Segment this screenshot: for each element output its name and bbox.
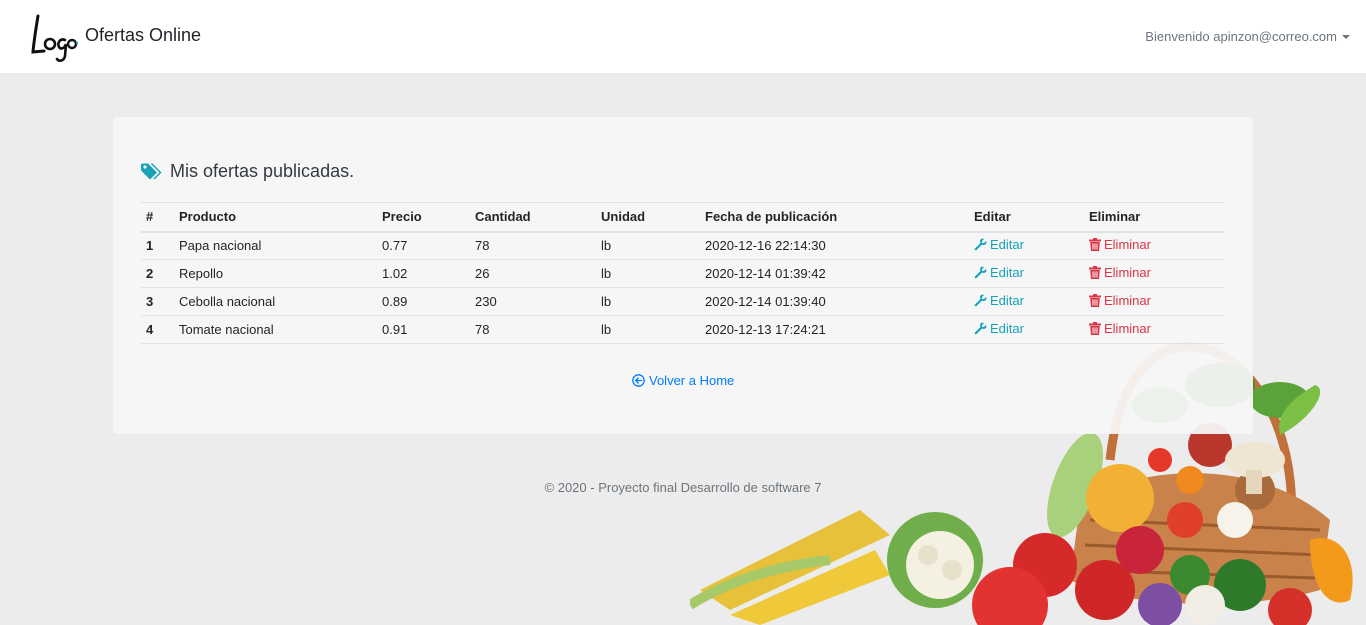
row-index: 4 bbox=[141, 315, 174, 344]
row-price: 0.77 bbox=[377, 231, 470, 260]
column-header-delete: Eliminar bbox=[1084, 202, 1224, 233]
edit-label: Editar bbox=[990, 293, 1024, 308]
row-unit: lb bbox=[596, 259, 700, 288]
row-product: Cebolla nacional bbox=[174, 287, 377, 316]
footer-text: © 2020 - Proyecto final Desarrollo de so… bbox=[544, 480, 822, 495]
delete-link[interactable]: Eliminar bbox=[1089, 237, 1151, 252]
row-price: 0.89 bbox=[377, 287, 470, 316]
row-product: Papa nacional bbox=[174, 231, 377, 260]
user-menu-dropdown[interactable]: Bienvenido apinzon@correo.com bbox=[1145, 29, 1350, 44]
edit-link[interactable]: Editar bbox=[974, 293, 1024, 308]
caret-down-icon bbox=[1342, 34, 1350, 39]
row-price: 1.02 bbox=[377, 259, 470, 288]
wrench-icon bbox=[974, 322, 987, 335]
edit-link[interactable]: Editar bbox=[974, 265, 1024, 280]
trash-icon bbox=[1089, 294, 1101, 307]
delete-link[interactable]: Eliminar bbox=[1089, 321, 1151, 336]
offers-card: Mis ofertas publicadas. # Producto Preci… bbox=[113, 117, 1253, 434]
delete-link[interactable]: Eliminar bbox=[1089, 293, 1151, 308]
row-quantity: 78 bbox=[470, 315, 596, 344]
user-menu-label: Bienvenido apinzon@correo.com bbox=[1145, 29, 1337, 44]
delete-label: Eliminar bbox=[1104, 321, 1151, 336]
edit-link[interactable]: Editar bbox=[974, 321, 1024, 336]
row-quantity: 78 bbox=[470, 231, 596, 260]
edit-label: Editar bbox=[990, 321, 1024, 336]
table-row: 2 Repollo 1.02 26 lb 2020-12-14 01:39:42… bbox=[141, 259, 1224, 288]
arrow-circle-left-icon bbox=[632, 374, 645, 387]
column-header-price: Precio bbox=[377, 202, 470, 233]
column-header-quantity: Cantidad bbox=[470, 202, 596, 233]
wrench-icon bbox=[974, 294, 987, 307]
row-date: 2020-12-13 17:24:21 bbox=[700, 315, 969, 344]
delete-label: Eliminar bbox=[1104, 237, 1151, 253]
column-header-edit: Editar bbox=[969, 202, 1084, 233]
edit-label: Editar bbox=[990, 265, 1024, 280]
back-home-label: Volver a Home bbox=[649, 373, 735, 388]
table-header-row: # Producto Precio Cantidad Unidad Fecha … bbox=[141, 202, 1224, 233]
column-header-product: Producto bbox=[174, 202, 377, 233]
row-quantity: 230 bbox=[470, 287, 596, 316]
navbar: Ofertas Online Bienvenido apinzon@correo… bbox=[0, 0, 1366, 73]
trash-icon bbox=[1089, 238, 1101, 252]
row-price: 0.91 bbox=[377, 315, 470, 344]
back-home-link[interactable]: Volver a Home bbox=[632, 373, 734, 388]
row-index: 2 bbox=[141, 259, 174, 288]
wrench-icon bbox=[974, 266, 987, 279]
row-index: 1 bbox=[141, 231, 174, 260]
row-date: 2020-12-14 01:39:40 bbox=[700, 287, 969, 316]
edit-label: Editar bbox=[990, 237, 1024, 253]
card-title: Mis ofertas publicadas. bbox=[141, 161, 354, 182]
row-unit: lb bbox=[596, 231, 700, 260]
tags-icon bbox=[141, 163, 162, 179]
edit-link[interactable]: Editar bbox=[974, 237, 1024, 252]
column-header-unit: Unidad bbox=[596, 202, 700, 233]
delete-label: Eliminar bbox=[1104, 293, 1151, 308]
row-unit: lb bbox=[596, 315, 700, 344]
row-unit: lb bbox=[596, 287, 700, 316]
row-product: Repollo bbox=[174, 259, 377, 288]
row-product: Tomate nacional bbox=[174, 315, 377, 344]
brand-name[interactable]: Ofertas Online bbox=[85, 25, 201, 46]
delete-label: Eliminar bbox=[1104, 265, 1151, 280]
delete-link[interactable]: Eliminar bbox=[1089, 265, 1151, 280]
row-date: 2020-12-14 01:39:42 bbox=[700, 259, 969, 288]
logo-icon[interactable] bbox=[30, 10, 78, 64]
row-quantity: 26 bbox=[470, 259, 596, 288]
table-row: 1 Papa nacional 0.77 78 lb 2020-12-16 22… bbox=[141, 231, 1224, 260]
offers-table: # Producto Precio Cantidad Unidad Fecha … bbox=[141, 202, 1224, 344]
table-row: 3 Cebolla nacional 0.89 230 lb 2020-12-1… bbox=[141, 287, 1224, 316]
row-index: 3 bbox=[141, 287, 174, 316]
column-header-index: # bbox=[141, 202, 174, 233]
table-row: 4 Tomate nacional 0.91 78 lb 2020-12-13 … bbox=[141, 315, 1224, 344]
trash-icon bbox=[1089, 322, 1101, 335]
wrench-icon bbox=[974, 238, 987, 251]
row-date: 2020-12-16 22:14:30 bbox=[700, 231, 969, 260]
column-header-date: Fecha de publicación bbox=[700, 202, 969, 233]
card-title-text: Mis ofertas publicadas. bbox=[170, 161, 355, 181]
trash-icon bbox=[1089, 266, 1101, 279]
